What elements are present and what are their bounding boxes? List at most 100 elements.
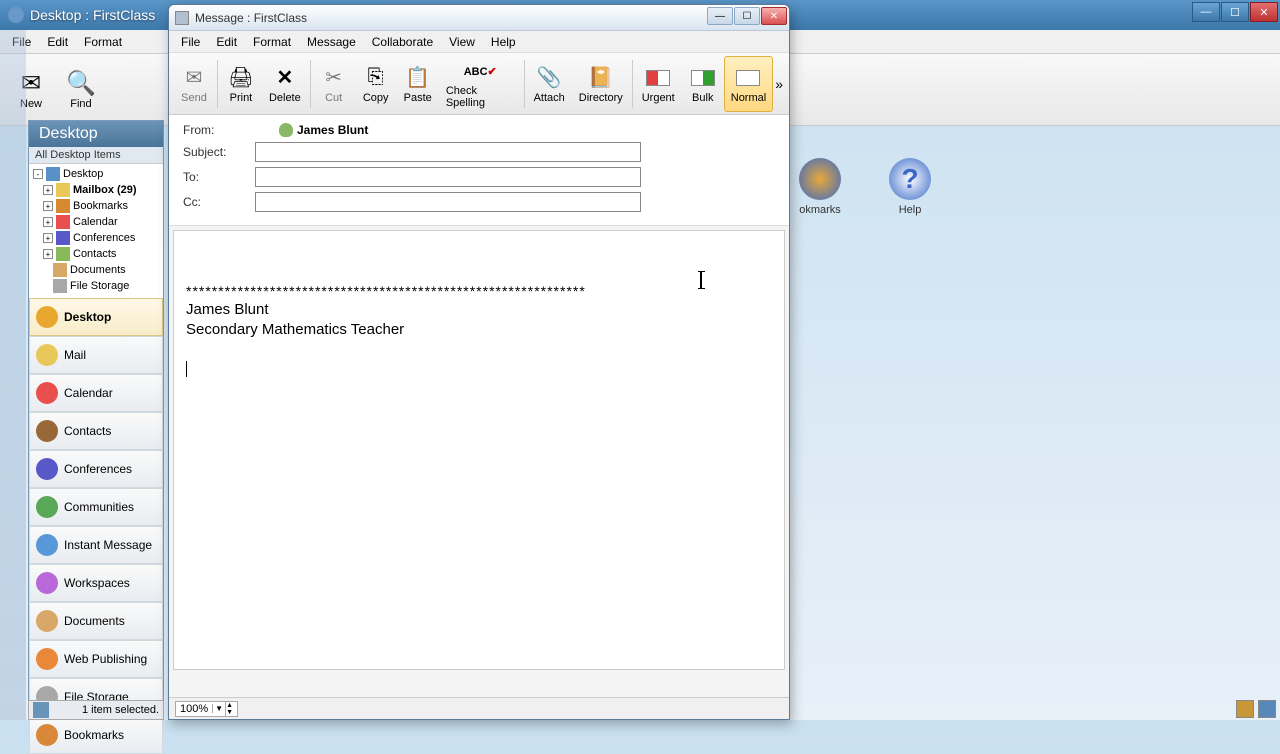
bg-menu-edit[interactable]: Edit bbox=[39, 33, 76, 51]
message-body[interactable]: ****************************************… bbox=[173, 230, 785, 670]
print-button[interactable]: 🖨Print bbox=[220, 56, 262, 112]
tray-icon-2[interactable] bbox=[1258, 700, 1276, 718]
tree-toggle-icon[interactable]: + bbox=[43, 201, 53, 211]
menu-collaborate[interactable]: Collaborate bbox=[364, 33, 441, 51]
tree-conferences[interactable]: +Conferences bbox=[31, 230, 161, 246]
tool-label: Paste bbox=[404, 92, 432, 104]
subject-label: Subject: bbox=[183, 145, 255, 159]
bg-window-title: Desktop : FirstClass bbox=[30, 7, 155, 23]
nav-workspaces[interactable]: Workspaces bbox=[29, 564, 163, 602]
toolbar-overflow-button[interactable]: » bbox=[773, 76, 785, 92]
paste-button[interactable]: 📋Paste bbox=[397, 56, 439, 112]
desktop-icon bbox=[46, 167, 60, 181]
nav-communities[interactable]: Communities bbox=[29, 488, 163, 526]
bottom-tray-icons bbox=[1236, 700, 1276, 718]
communities-nav-icon bbox=[36, 496, 58, 518]
check-spelling-button[interactable]: ABC✔Check Spelling bbox=[439, 56, 522, 112]
zoom-control[interactable]: 100% ▼ ▲▼ bbox=[175, 701, 238, 717]
zoom-stepper[interactable]: ▲▼ bbox=[225, 702, 237, 716]
tree-calendar[interactable]: + Calendar bbox=[31, 214, 161, 230]
nav-label: Workspaces bbox=[64, 576, 130, 590]
directory-button[interactable]: 📔Directory bbox=[572, 56, 630, 112]
normal-button[interactable]: Normal bbox=[724, 56, 773, 112]
cut-button[interactable]: ✂Cut bbox=[313, 56, 355, 112]
subject-input[interactable] bbox=[255, 142, 641, 162]
tree-documents[interactable]: Documents bbox=[31, 262, 161, 278]
menu-file[interactable]: File bbox=[173, 33, 208, 51]
contacts-nav-icon bbox=[36, 420, 58, 442]
cc-input[interactable] bbox=[255, 192, 641, 212]
msg-titlebar[interactable]: Message : FirstClass — ☐ ✕ bbox=[169, 5, 789, 31]
bg-close-button[interactable]: ✕ bbox=[1250, 2, 1278, 22]
toolbar-separator bbox=[632, 60, 633, 108]
bookmarks-desktop-icon[interactable]: okmarks bbox=[795, 158, 845, 216]
desktop-icons: okmarks ? Help bbox=[795, 158, 935, 216]
send-button[interactable]: ✉Send bbox=[173, 56, 215, 112]
nav-contacts[interactable]: Contacts bbox=[29, 412, 163, 450]
delete-button[interactable]: ✕Delete bbox=[262, 56, 308, 112]
menu-message[interactable]: Message bbox=[299, 33, 364, 51]
copy-button[interactable]: ⎘Copy bbox=[355, 56, 397, 112]
mailbox-icon bbox=[56, 183, 70, 197]
menu-view[interactable]: View bbox=[441, 33, 483, 51]
help-desktop-icon[interactable]: ? Help bbox=[885, 158, 935, 216]
desk-icon-label: okmarks bbox=[799, 204, 841, 216]
tree-item-label: Bookmarks bbox=[73, 200, 128, 212]
attach-button[interactable]: 📎Attach bbox=[527, 56, 572, 112]
tree-contacts[interactable]: +Contacts bbox=[31, 246, 161, 262]
caret-icon bbox=[186, 361, 187, 377]
urgent-icon bbox=[644, 64, 672, 92]
signature-separator: ****************************************… bbox=[186, 282, 772, 300]
tree-mailbox[interactable]: + Mailbox (29) bbox=[31, 182, 161, 198]
cc-label: Cc: bbox=[183, 195, 255, 209]
tree-item-label: Calendar bbox=[73, 216, 118, 228]
tool-label: Delete bbox=[269, 92, 301, 104]
tree-toggle-icon[interactable]: + bbox=[43, 217, 53, 227]
tree-desktop[interactable]: - Desktop bbox=[31, 166, 161, 182]
zoom-value: 100% bbox=[176, 703, 212, 715]
nav-desktop[interactable]: Desktop bbox=[29, 298, 163, 336]
nav-documents[interactable]: Documents bbox=[29, 602, 163, 640]
menu-format[interactable]: Format bbox=[245, 33, 299, 51]
cut-icon: ✂ bbox=[320, 64, 348, 92]
directory-icon: 📔 bbox=[587, 64, 615, 92]
msg-toolbar: ✉Send 🖨Print ✕Delete ✂Cut ⎘Copy 📋Paste A… bbox=[169, 53, 789, 115]
nav-calendar[interactable]: Calendar bbox=[29, 374, 163, 412]
bg-tool-find[interactable]: 🔍 Find bbox=[54, 65, 108, 114]
tree-toggle-icon[interactable]: + bbox=[43, 233, 53, 243]
text-cursor-icon bbox=[700, 271, 702, 296]
msg-window-icon bbox=[175, 11, 189, 25]
tray-icon-1[interactable] bbox=[1236, 700, 1254, 718]
menu-help[interactable]: Help bbox=[483, 33, 524, 51]
web-nav-icon bbox=[36, 648, 58, 670]
print-icon: 🖨 bbox=[227, 64, 255, 92]
tree-filestorage[interactable]: File Storage bbox=[31, 278, 161, 294]
nav-label: Bookmarks bbox=[64, 728, 124, 742]
tree-toggle-icon[interactable]: + bbox=[43, 185, 53, 195]
bg-menu-format[interactable]: Format bbox=[76, 33, 130, 51]
tree-toggle-icon[interactable]: - bbox=[33, 169, 43, 179]
zoom-dropdown-icon[interactable]: ▼ bbox=[212, 704, 225, 713]
msg-menubar: File Edit Format Message Collaborate Vie… bbox=[169, 31, 789, 53]
to-input[interactable] bbox=[255, 167, 641, 187]
menu-edit[interactable]: Edit bbox=[208, 33, 245, 51]
nav-web-publishing[interactable]: Web Publishing bbox=[29, 640, 163, 678]
nav-bookmarks[interactable]: Bookmarks bbox=[29, 716, 163, 754]
app-icon bbox=[8, 7, 24, 23]
tree-toggle-icon[interactable]: + bbox=[43, 249, 53, 259]
tool-label: Check Spelling bbox=[446, 85, 515, 109]
bulk-button[interactable]: Bulk bbox=[682, 56, 724, 112]
msg-close-button[interactable]: ✕ bbox=[761, 7, 787, 25]
msg-minimize-button[interactable]: — bbox=[707, 7, 733, 25]
normal-icon bbox=[734, 64, 762, 92]
tool-label: Bulk bbox=[692, 92, 713, 104]
msg-maximize-button[interactable]: ☐ bbox=[734, 7, 760, 25]
urgent-button[interactable]: Urgent bbox=[635, 56, 682, 112]
delete-icon: ✕ bbox=[271, 64, 299, 92]
bg-minimize-button[interactable]: — bbox=[1192, 2, 1220, 22]
nav-mail[interactable]: Mail bbox=[29, 336, 163, 374]
tree-bookmarks[interactable]: + Bookmarks bbox=[31, 198, 161, 214]
bg-maximize-button[interactable]: ☐ bbox=[1221, 2, 1249, 22]
nav-instant-message[interactable]: Instant Message bbox=[29, 526, 163, 564]
nav-conferences[interactable]: Conferences bbox=[29, 450, 163, 488]
